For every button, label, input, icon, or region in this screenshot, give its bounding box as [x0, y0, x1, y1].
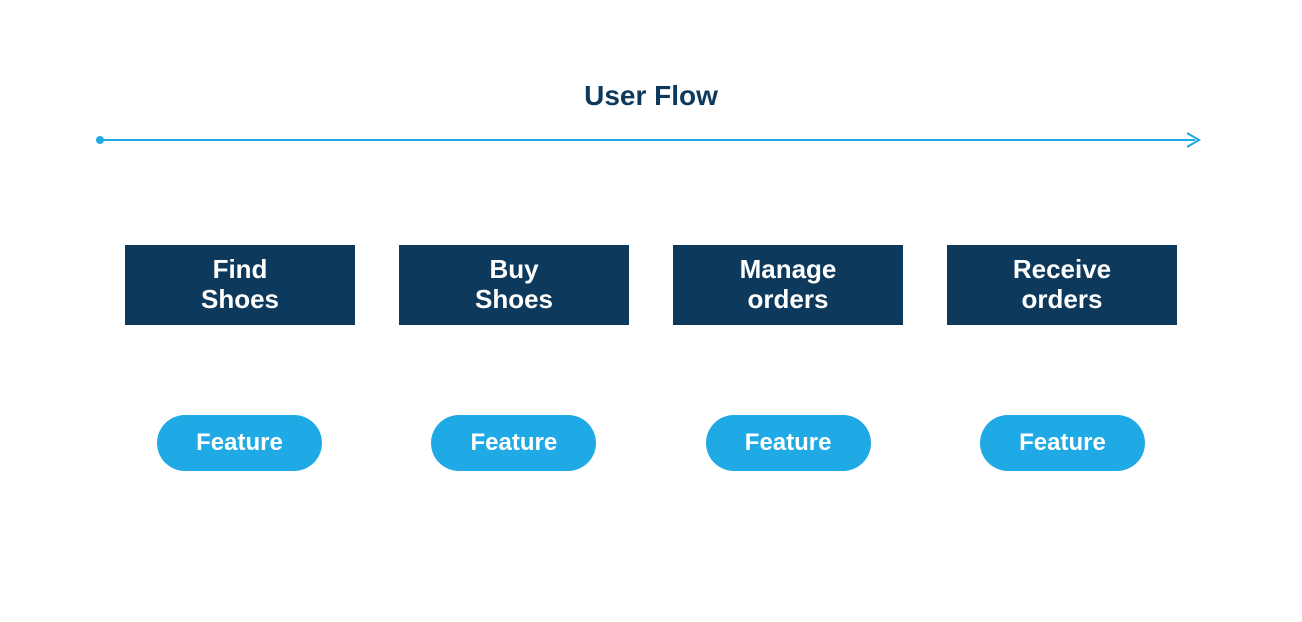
diagram-title: User Flow: [95, 80, 1207, 112]
feature-pill: Feature: [980, 415, 1145, 471]
step-label: FindShoes: [201, 255, 279, 315]
feature-label: Feature: [196, 429, 283, 457]
step-box-buy-shoes: BuyShoes: [399, 245, 629, 325]
features-row: Feature Feature Feature Feature: [95, 415, 1207, 471]
flow-arrow: [95, 130, 1207, 150]
feature-label: Feature: [745, 429, 832, 457]
diagram-container: User Flow FindShoes BuyShoes Manageorder…: [0, 0, 1302, 622]
step-box-manage-orders: Manageorders: [673, 245, 903, 325]
step-label: Manageorders: [740, 255, 837, 315]
step-box-find-shoes: FindShoes: [125, 245, 355, 325]
step-box-receive-orders: Receiveorders: [947, 245, 1177, 325]
step-label: Receiveorders: [1013, 255, 1111, 315]
arrow-icon: [95, 130, 1207, 150]
steps-row: FindShoes BuyShoes Manageorders Receiveo…: [95, 245, 1207, 325]
feature-pill: Feature: [431, 415, 596, 471]
feature-label: Feature: [470, 429, 557, 457]
feature-label: Feature: [1019, 429, 1106, 457]
feature-pill: Feature: [706, 415, 871, 471]
step-label: BuyShoes: [475, 255, 553, 315]
feature-pill: Feature: [157, 415, 322, 471]
